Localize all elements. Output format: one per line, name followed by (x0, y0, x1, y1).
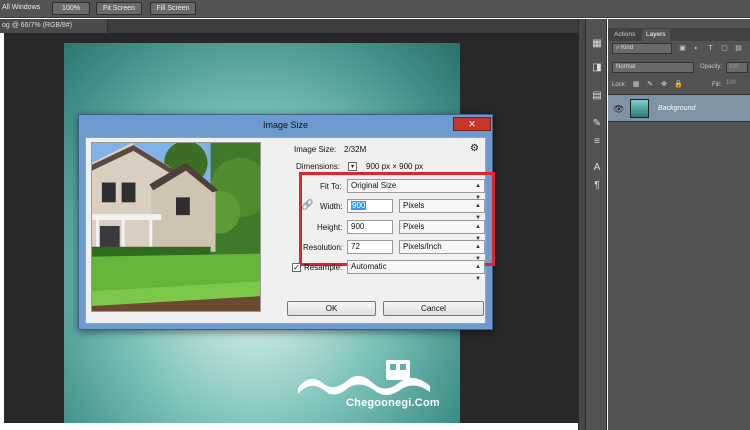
layer-row-background[interactable]: 👁 Background (608, 94, 750, 122)
scroll-all-windows-label[interactable]: All Windows (2, 4, 40, 11)
shape-filter-icon[interactable]: ▢ (720, 44, 729, 53)
image-size-dialog: Image Size ✕ Image Size: 2/32M ⚙ Dimensi… (78, 114, 495, 330)
collapsed-panel-strip (578, 19, 585, 430)
resample-label: Resample: (304, 263, 343, 272)
layer-name: Background (658, 105, 696, 112)
ok-button[interactable]: OK (287, 301, 376, 316)
fill-label: Fill: (712, 82, 722, 88)
image-size-value: 2/32M (344, 145, 367, 154)
image-preview[interactable] (91, 142, 261, 312)
resample-select[interactable]: Automatic ▲ ▼ (347, 260, 485, 282)
highlight-box (299, 172, 495, 266)
opacity-field[interactable]: 100 (726, 62, 748, 73)
fill-screen-button[interactable]: Fill Screen (150, 2, 196, 15)
document-tab[interactable]: og @ 66/7% (RGB/8#) (0, 19, 108, 33)
smart-object-filter-icon[interactable]: ▤ (734, 44, 743, 53)
blend-mode-select[interactable]: Normal (612, 62, 694, 73)
adjustments-icon[interactable]: ◨ (590, 61, 604, 75)
chevron-updown-icon: ▲ ▼ (475, 264, 481, 282)
dimensions-value: 900 px × 900 px (366, 162, 424, 171)
pixel-filter-icon[interactable]: ▣ (678, 44, 687, 53)
kind-filter-select[interactable]: ⌕ Kind (612, 43, 672, 54)
fit-screen-button[interactable]: Fit Screen (96, 2, 142, 15)
opacity-label: Opacity: (700, 64, 723, 70)
panel-tab-bar: Actions Layers (608, 28, 750, 41)
lock-all-icon[interactable]: 🔒 (674, 81, 683, 89)
lock-transparent-icon[interactable]: ▦ (632, 81, 640, 89)
panel-icon-dock: ▦ ◨ ▤ ✎ ≡ A ¶ (585, 19, 607, 430)
visibility-eye-icon[interactable]: 👁 (613, 104, 624, 115)
dialog-title: Image Size (262, 120, 309, 130)
tab-actions[interactable]: Actions (610, 29, 639, 41)
paragraph-icon[interactable]: ¶ (590, 179, 604, 193)
gear-icon[interactable]: ⚙ (470, 143, 479, 154)
image-size-label: Image Size: (294, 145, 337, 154)
fill-field[interactable]: 100 (726, 80, 736, 86)
character-icon[interactable]: A (590, 161, 604, 175)
properties-icon[interactable]: ▤ (590, 89, 604, 103)
zoom-100-button[interactable]: 100% (52, 2, 90, 15)
document-tab-title: og @ 66/7% (RGB/8#) (2, 22, 73, 29)
dimensions-label: Dimensions: (296, 162, 341, 171)
layers-panel: Actions Layers ⌕ Kind ▣ ◐ T ▢ ▤ Normal O… (608, 19, 750, 430)
cancel-button[interactable]: Cancel (383, 301, 484, 316)
resample-value: Automatic (351, 262, 387, 271)
type-filter-icon[interactable]: T (706, 44, 715, 53)
kind-filter-label: Kind (621, 45, 634, 51)
dialog-body: Image Size: 2/32M ⚙ Dimensions: ▾ 900 px… (85, 137, 495, 324)
layer-thumbnail (630, 99, 649, 118)
tab-strip (108, 19, 580, 33)
options-bar: All Windows 100% Fit Screen Fill Screen (0, 0, 750, 18)
tool-presets-icon[interactable]: ≡ (590, 135, 604, 149)
lock-label: Lock: (612, 82, 627, 88)
close-button[interactable]: ✕ (453, 117, 491, 131)
tab-layers[interactable]: Layers (642, 29, 670, 41)
brush-icon[interactable]: ✎ (590, 117, 604, 131)
search-icon: ⌕ (616, 45, 620, 51)
adjustment-filter-icon[interactable]: ◐ (692, 44, 701, 53)
watermark-text: Chegoonegi.Com (346, 397, 440, 409)
lock-position-icon[interactable]: ✥ (660, 81, 668, 89)
resample-checkbox[interactable]: ✓ (292, 263, 301, 272)
history-icon[interactable]: ▦ (590, 37, 604, 51)
watermark-logo (298, 360, 430, 395)
lock-image-icon[interactable]: ✎ (646, 81, 654, 89)
dimensions-dropdown-icon[interactable]: ▾ (348, 162, 357, 171)
